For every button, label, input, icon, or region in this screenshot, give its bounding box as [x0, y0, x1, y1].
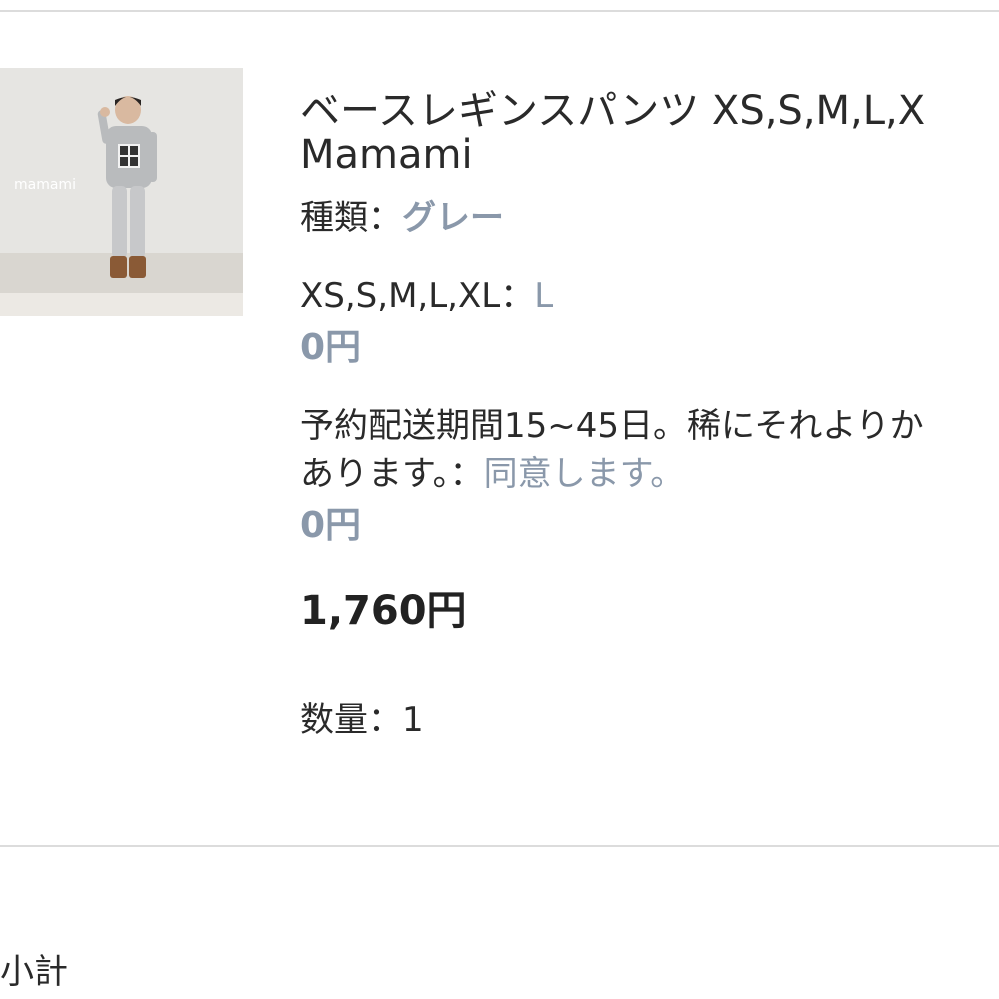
top-divider: [0, 10, 999, 12]
shipping-note-line1: 予約配送期間15~45日。稀にそれよりか: [300, 406, 924, 446]
option-size-label: XS,S,M,L,XL：: [300, 276, 535, 316]
quantity-value: 1: [402, 700, 424, 740]
product-photo: mamami: [0, 68, 243, 316]
product-thumbnail[interactable]: mamami: [0, 68, 243, 316]
option-kind-value: グレー: [402, 198, 504, 238]
cart-item-page: mamami ベースレギンスパンツ XS,S,M,L,X Mamami 種類：グ…: [0, 0, 999, 999]
product-brand: Mamami: [300, 132, 473, 178]
shipping-note-price: 0円: [300, 505, 362, 546]
option-size: XS,S,M,L,XL：L: [300, 268, 553, 317]
shipping-note-label: あります。：: [300, 454, 484, 494]
option-kind: 種類：グレー: [300, 190, 504, 239]
quantity: 数量：1: [300, 692, 424, 741]
quantity-label: 数量：: [300, 700, 402, 740]
bottom-divider: [0, 845, 999, 847]
shipping-note-line2: あります。：同意します。: [300, 446, 684, 495]
option-kind-label: 種類：: [300, 198, 402, 238]
option-size-price: 0円: [300, 327, 362, 368]
option-size-value: L: [534, 276, 554, 316]
shipping-note-value: 同意します。: [483, 454, 685, 494]
product-title[interactable]: ベースレギンスパンツ XS,S,M,L,X: [300, 78, 925, 136]
item-total-price: 1,760円: [300, 588, 467, 634]
image-watermark: mamami: [14, 177, 76, 193]
subtotal-label: 小計: [0, 952, 68, 992]
